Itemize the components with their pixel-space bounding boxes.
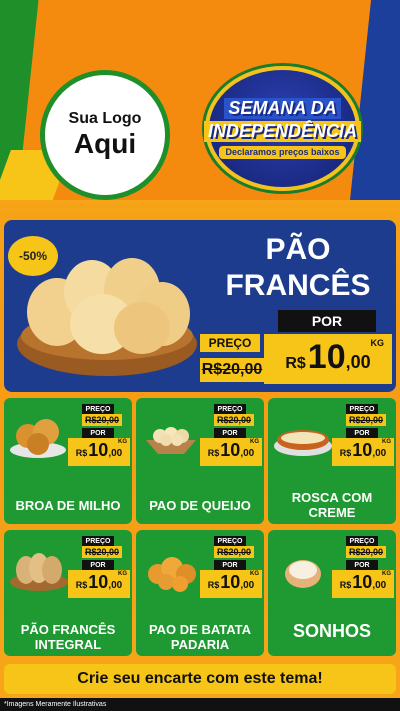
badge-line2: INDEPENDÊNCIA: [203, 121, 362, 142]
price-dec: ,00: [240, 580, 255, 591]
new-price: R$ 10,00 KG: [200, 570, 262, 598]
por-label: POR: [214, 560, 246, 570]
featured-title: PÃO FRANCÊS: [200, 232, 396, 304]
price-dec: ,00: [108, 448, 123, 459]
old-price: R$20,00: [82, 414, 122, 426]
broa-image-icon: [10, 419, 66, 458]
price-int: 10: [88, 572, 109, 592]
featured-title-line1: PÃO: [265, 233, 331, 266]
product-card: PREÇO R$20,00 POR R$ 10,00 KG PÃO FRANCÊS …: [4, 530, 132, 656]
currency: R$: [339, 580, 352, 590]
price-dec: ,00: [372, 448, 387, 459]
price-label: PREÇO: [82, 404, 114, 414]
price-int: 10: [352, 440, 373, 460]
new-price: R$ 10,00 KG: [332, 438, 394, 466]
product-card: PREÇO R$20,00 POR R$ 10,00 KG PAO DE QUEIJ…: [136, 398, 264, 524]
logo-line1: Sua Logo: [68, 110, 142, 127]
new-price: R$ 10,00 KG: [68, 438, 130, 466]
price-label: PREÇO: [214, 536, 246, 546]
price-dec: ,00: [345, 352, 371, 372]
price-label: PREÇO: [346, 536, 378, 546]
por-label: POR: [346, 560, 378, 570]
product-card: PREÇO R$20,00 POR R$ 10,00 KG BROA DE MILH…: [4, 398, 132, 524]
old-price: R$20,00: [346, 546, 386, 558]
price-label: PREÇO: [214, 404, 246, 414]
pao-batata-image-icon: [148, 557, 196, 592]
product-name: BROA DE MILHO: [15, 498, 121, 513]
currency: R$: [207, 448, 220, 458]
currency: R$: [339, 448, 352, 458]
product-card: PREÇO R$20,00 POR R$ 10,00 KG ROSCA COM CR…: [268, 398, 396, 524]
price-label: PREÇO: [346, 404, 378, 414]
price-label: PREÇO: [200, 334, 260, 352]
new-price: R$ 10,00 KG: [68, 570, 130, 598]
price-unit: KG: [250, 439, 259, 445]
old-price: R$20,00: [346, 414, 386, 426]
discount-badge: -50%: [8, 236, 58, 276]
por-label: POR: [346, 428, 378, 438]
por-label: POR: [278, 310, 376, 332]
badge-line3: Declaramos preços baixos: [219, 146, 346, 159]
price-dec: ,00: [240, 448, 255, 459]
old-price: R$20,00: [82, 546, 122, 558]
product-name: PÃO FRANCÊS INTEGRAL: [20, 622, 116, 652]
price-unit: KG: [250, 571, 259, 577]
price-int: 10: [88, 440, 109, 460]
footer-disclaimer: *Imagens Meramente Ilustrativas: [0, 698, 400, 711]
badge-line1: SEMANA DA: [224, 98, 341, 119]
logo-placeholder: Sua Logo Aqui: [40, 70, 170, 200]
por-label: POR: [82, 428, 114, 438]
flyer-page: Sua Logo Aqui SEMANA DA INDEPENDÊNCIA De…: [0, 0, 400, 711]
product-name: SONHOS: [292, 621, 371, 641]
product-card: PREÇO R$20,00 POR R$ 10,00 KG SONHOS: [268, 530, 396, 656]
price-int: 10: [352, 572, 373, 592]
currency: R$: [285, 355, 306, 372]
currency: R$: [207, 580, 220, 590]
price-unit: KG: [382, 571, 391, 577]
por-label: POR: [82, 560, 114, 570]
pao-integral-image-icon: [10, 553, 68, 591]
price-dec: ,00: [108, 580, 123, 591]
price-unit: KG: [382, 439, 391, 445]
logo-line2: Aqui: [73, 128, 137, 159]
price-int: 10: [220, 440, 241, 460]
cta-banner[interactable]: Crie seu encarte com este tema!: [4, 664, 396, 694]
price-int: 10: [307, 338, 346, 376]
currency: R$: [75, 580, 88, 590]
new-price: R$ 10,00 KG: [332, 570, 394, 598]
product-card: PREÇO R$20,00 POR R$ 10,00 KG PAO DE BATAT…: [136, 530, 264, 656]
campaign-badge: SEMANA DA INDEPENDÊNCIA Declaramos preço…: [203, 66, 362, 191]
product-name: PAO DE QUEIJO: [149, 498, 251, 513]
price-dec: ,00: [372, 580, 387, 591]
price-unit: KG: [118, 571, 127, 577]
price-unit: KG: [370, 338, 385, 348]
pao-de-queijo-image-icon: [146, 427, 196, 454]
rosca-image-icon: [274, 430, 332, 456]
old-price: R$20,00: [214, 414, 254, 426]
sonho-image-icon: [285, 560, 321, 588]
currency: R$: [75, 448, 88, 458]
price-label: PREÇO: [82, 536, 114, 546]
price-int: 10: [220, 572, 241, 592]
new-price: R$ 10 ,00 KG: [264, 334, 392, 384]
product-name: ROSCA COM CREME: [291, 490, 373, 520]
price-unit: KG: [118, 439, 127, 445]
product-name: PAO DE BATATA PADARIA: [148, 622, 252, 652]
old-price: R$20,00: [214, 546, 254, 558]
new-price: R$ 10,00 KG: [200, 438, 262, 466]
old-price: R$20,00: [200, 358, 264, 382]
header-banner: Sua Logo Aqui SEMANA DA INDEPENDÊNCIA De…: [0, 0, 400, 200]
featured-title-line2: FRANCÊS: [225, 269, 371, 302]
por-label: POR: [214, 428, 246, 438]
